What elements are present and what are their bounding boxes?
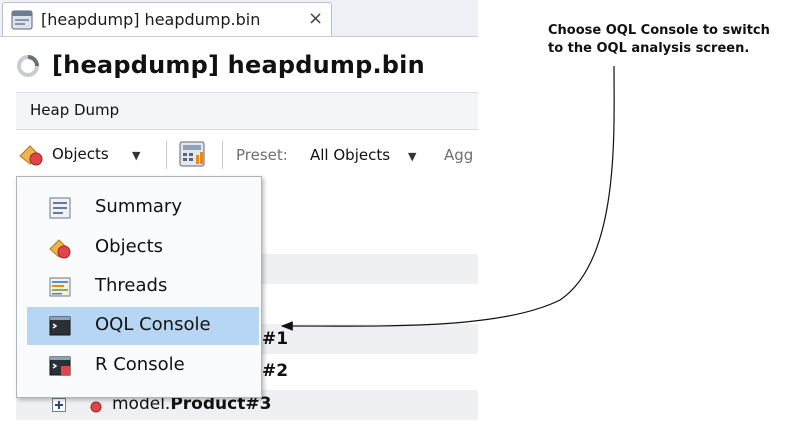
- annotation-arrow: [280, 65, 615, 331]
